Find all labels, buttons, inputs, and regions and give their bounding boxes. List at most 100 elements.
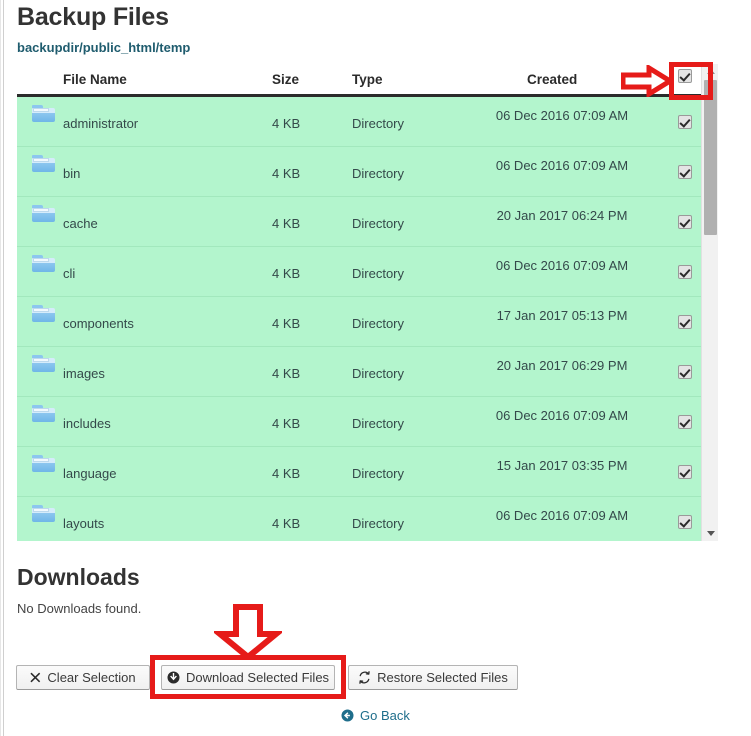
go-back-link[interactable]: Go Back: [341, 708, 410, 723]
row-select-checkbox-cell[interactable]: [678, 165, 692, 182]
table-row[interactable]: includes 4 KB Directory 06 Dec 2016 07:09 A…: [17, 397, 701, 447]
row-select-checkbox[interactable]: [678, 465, 692, 479]
downloads-empty-message: No Downloads found.: [17, 601, 142, 616]
select-all-checkbox[interactable]: [678, 69, 692, 83]
scroll-up-arrow-icon[interactable]: [702, 64, 719, 79]
downloads-title: Downloads: [17, 564, 140, 590]
file-type: Directory: [352, 266, 405, 281]
refresh-icon: [358, 671, 371, 684]
file-size: 4 KB: [272, 266, 301, 281]
row-select-checkbox-cell[interactable]: [678, 215, 692, 232]
file-name-link[interactable]: components: [63, 316, 134, 331]
table-row[interactable]: images 4 KB Directory 20 Jan 2017 06:29 PM: [17, 347, 701, 397]
row-select-checkbox-cell[interactable]: [678, 265, 692, 282]
folder-icon: [32, 105, 56, 124]
file-name-link[interactable]: administrator: [63, 116, 138, 131]
row-select-checkbox-cell[interactable]: [678, 365, 692, 382]
go-back-label: Go Back: [360, 708, 410, 723]
row-select-checkbox-cell[interactable]: [678, 115, 692, 132]
file-name-link[interactable]: layouts: [63, 516, 104, 531]
file-created: 06 Dec 2016 07:09 AM: [495, 408, 629, 423]
folder-icon: [32, 505, 56, 524]
file-type: Directory: [352, 166, 405, 181]
file-type: Directory: [352, 416, 405, 431]
file-size: 4 KB: [272, 166, 301, 181]
download-icon: [167, 671, 180, 684]
file-created: 17 Jan 2017 05:13 PM: [496, 308, 628, 323]
file-type: Directory: [352, 116, 405, 131]
table-row[interactable]: cli 4 KB Directory 06 Dec 2016 07:09 AM: [17, 247, 701, 297]
table-row[interactable]: cache 4 KB Directory 20 Jan 2017 06:24 PM: [17, 197, 701, 247]
file-name-link[interactable]: cli: [63, 266, 75, 281]
file-size: 4 KB: [272, 516, 301, 531]
row-select-checkbox[interactable]: [678, 315, 692, 329]
file-size: 4 KB: [272, 416, 301, 431]
download-selected-files-label: Download Selected Files: [185, 670, 330, 685]
file-table-body: administrator 4 KB Directory 06 Dec 2016 07…: [17, 97, 701, 541]
file-table-scrollbar[interactable]: [701, 64, 718, 541]
row-select-checkbox-cell[interactable]: [678, 465, 692, 482]
table-row[interactable]: components 4 KB Directory 17 Jan 2017 05:13…: [17, 297, 701, 347]
folder-icon: [32, 205, 56, 224]
folder-icon: [32, 455, 56, 474]
file-size: 4 KB: [272, 366, 301, 381]
download-selected-files-button[interactable]: Download Selected Files: [161, 665, 335, 690]
row-select-checkbox[interactable]: [678, 515, 692, 529]
table-row[interactable]: bin 4 KB Directory 06 Dec 2016 07:09 AM: [17, 147, 701, 197]
file-name-link[interactable]: language: [63, 466, 117, 481]
row-select-checkbox[interactable]: [678, 115, 692, 129]
restore-selected-files-label: Restore Selected Files: [377, 670, 508, 685]
folder-icon: [32, 155, 56, 174]
row-select-checkbox[interactable]: [678, 415, 692, 429]
restore-selected-files-button[interactable]: Restore Selected Files: [348, 665, 518, 690]
column-header-size[interactable]: Size: [272, 72, 299, 87]
file-size: 4 KB: [272, 216, 301, 231]
column-header-created[interactable]: Created: [527, 72, 577, 87]
row-select-checkbox-cell[interactable]: [678, 315, 692, 332]
row-select-checkbox[interactable]: [678, 265, 692, 279]
file-created: 06 Dec 2016 07:09 AM: [495, 258, 629, 273]
file-created: 15 Jan 2017 03:35 PM: [496, 458, 628, 473]
file-created: 20 Jan 2017 06:24 PM: [496, 208, 628, 223]
table-row[interactable]: administrator 4 KB Directory 06 Dec 2016 07…: [17, 97, 701, 147]
scroll-down-arrow-icon[interactable]: [702, 526, 719, 541]
file-name-link[interactable]: includes: [63, 416, 111, 431]
page-title: Backup Files: [17, 3, 169, 31]
column-header-filename[interactable]: File Name: [63, 72, 127, 87]
folder-icon: [32, 355, 56, 374]
scrollbar-thumb[interactable]: [704, 80, 717, 235]
backup-files-page: Backup Files backupdir/public_html/temp …: [0, 0, 751, 736]
folder-icon: [32, 405, 56, 424]
file-type: Directory: [352, 216, 405, 231]
column-header-type[interactable]: Type: [352, 72, 383, 87]
file-type: Directory: [352, 466, 405, 481]
file-name-link[interactable]: images: [63, 366, 105, 381]
clear-selection-label: Clear Selection: [47, 670, 136, 685]
table-row[interactable]: language 4 KB Directory 15 Jan 2017 03:35 P…: [17, 447, 701, 497]
table-row[interactable]: layouts 4 KB Directory 06 Dec 2016 07:09 AM: [17, 497, 701, 541]
file-type: Directory: [352, 316, 405, 331]
row-select-checkbox[interactable]: [678, 365, 692, 379]
file-name-link[interactable]: bin: [63, 166, 80, 181]
file-type: Directory: [352, 516, 405, 531]
file-size: 4 KB: [272, 466, 301, 481]
file-size: 4 KB: [272, 116, 301, 131]
row-select-checkbox-cell[interactable]: [678, 415, 692, 432]
file-created: 20 Jan 2017 06:29 PM: [496, 358, 628, 373]
row-select-checkbox-cell[interactable]: [678, 515, 692, 532]
breadcrumb[interactable]: backupdir/public_html/temp: [17, 40, 190, 55]
file-type: Directory: [352, 366, 405, 381]
file-created: 06 Dec 2016 07:09 AM: [495, 158, 629, 173]
file-created: 06 Dec 2016 07:09 AM: [495, 508, 629, 523]
file-name-link[interactable]: cache: [63, 216, 98, 231]
folder-icon: [32, 255, 56, 274]
annotation-arrow-download: [211, 604, 285, 661]
file-table-header: File Name Size Type Created: [17, 64, 718, 97]
folder-icon: [32, 305, 56, 324]
file-table-scroll-area[interactable]: administrator 4 KB Directory 06 Dec 2016 07…: [17, 97, 718, 541]
row-select-checkbox[interactable]: [678, 215, 692, 229]
arrow-left-circle-icon: [341, 709, 354, 722]
row-select-checkbox[interactable]: [678, 165, 692, 179]
clear-selection-button[interactable]: Clear Selection: [16, 665, 150, 690]
file-created: 06 Dec 2016 07:09 AM: [495, 108, 629, 123]
